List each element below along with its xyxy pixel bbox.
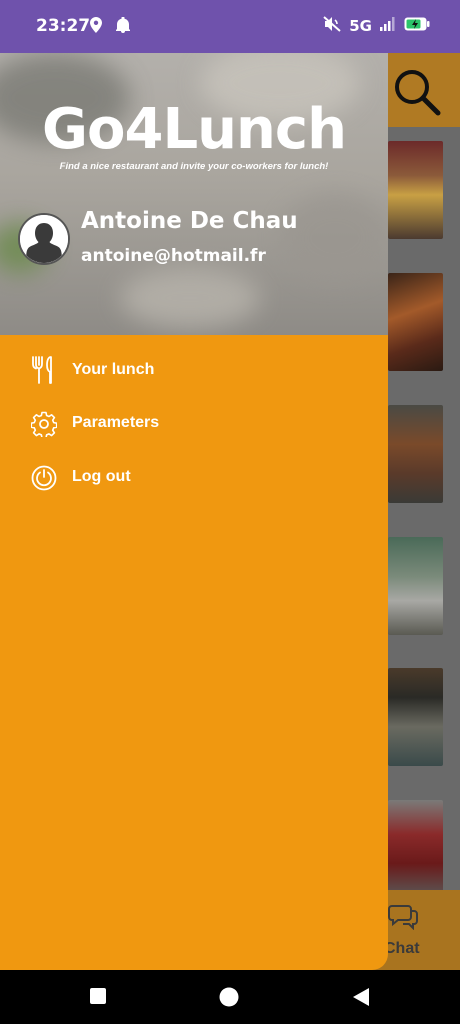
signal-icon xyxy=(380,17,396,35)
menu-label-parameters: Parameters xyxy=(72,414,160,431)
fork-knife-icon xyxy=(31,356,57,384)
mute-icon xyxy=(323,16,341,36)
status-bar: 23:27 5G xyxy=(0,0,460,53)
navigation-drawer: Go4Lunch Find a nice restaurant and invi… xyxy=(0,53,388,970)
square-icon xyxy=(90,988,106,1004)
recents-button[interactable] xyxy=(89,987,107,1010)
restaurant-thumbnail[interactable] xyxy=(388,141,443,239)
menu-item-your-lunch[interactable]: Your lunch xyxy=(0,348,388,394)
user-name: Antoine De Chau xyxy=(81,208,298,234)
restaurant-thumbnail[interactable] xyxy=(388,668,443,766)
menu-item-log-out[interactable]: Log out xyxy=(0,455,388,501)
chat-icon[interactable] xyxy=(388,902,418,935)
home-button[interactable] xyxy=(219,987,239,1012)
avatar[interactable] xyxy=(18,213,70,265)
status-time: 23:27 xyxy=(36,16,91,36)
chat-tab-label[interactable]: Chat xyxy=(384,940,420,958)
circle-icon xyxy=(219,987,239,1007)
user-email: antoine@hotmail.fr xyxy=(81,246,266,266)
restaurant-thumbnail[interactable] xyxy=(388,800,443,898)
menu-label-log-out: Log out xyxy=(72,468,131,485)
app-tagline: Find a nice restaurant and invite your c… xyxy=(59,161,329,172)
person-silhouette-icon xyxy=(20,215,68,263)
search-icon[interactable] xyxy=(392,67,442,122)
gear-icon xyxy=(30,411,58,439)
battery-charging-icon xyxy=(404,17,430,35)
location-icon xyxy=(90,17,102,38)
triangle-back-icon xyxy=(353,988,369,1006)
restaurant-thumbnail[interactable] xyxy=(388,273,443,371)
restaurant-thumbnail[interactable] xyxy=(388,405,443,503)
power-icon xyxy=(31,465,57,491)
notification-bell-icon xyxy=(116,16,130,38)
network-label: 5G xyxy=(349,17,372,35)
menu-label-your-lunch: Your lunch xyxy=(72,361,155,378)
restaurant-thumbnail[interactable] xyxy=(388,537,443,635)
app-title: Go4Lunch xyxy=(42,97,347,162)
back-button[interactable] xyxy=(352,987,370,1012)
system-navigation-bar xyxy=(0,970,460,1024)
drawer-header: Go4Lunch Find a nice restaurant and invi… xyxy=(0,53,388,335)
menu-item-parameters[interactable]: Parameters xyxy=(0,401,388,447)
